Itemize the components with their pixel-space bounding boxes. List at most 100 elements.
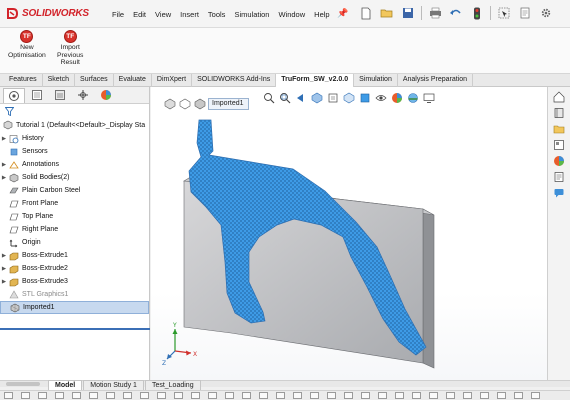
status-icon-25[interactable] [412,392,421,399]
tab-model[interactable]: Model [48,380,83,390]
tree-item-imported1[interactable]: Imported1 [0,301,149,314]
menu-insert[interactable]: Insert [180,10,199,19]
tree-item-front-plane[interactable]: Front Plane [0,197,149,210]
file-explorer-button[interactable] [552,122,566,135]
tab-features[interactable]: Features [4,74,43,87]
tab-truform[interactable]: TruForm_SW_v2.0.0 [276,74,355,87]
tab-simulation[interactable]: Simulation [354,74,398,87]
tree-item-right-plane[interactable]: Right Plane [0,223,149,236]
tab-surfaces[interactable]: Surfaces [75,74,114,87]
expand-arrow-icon[interactable]: ▶ [0,266,8,272]
tree-item-origin[interactable]: Origin [0,236,149,249]
tab-display-manager[interactable] [95,88,117,103]
save-button[interactable] [400,6,416,20]
tab-test-loading[interactable]: Test_Loading [144,380,201,390]
status-icon-6[interactable] [89,392,98,399]
solidworks-forum-button[interactable] [552,186,566,199]
status-icon-13[interactable] [208,392,217,399]
tab-motion-study-1[interactable]: Motion Study 1 [83,380,144,390]
view-palette-button[interactable] [552,138,566,151]
file-properties-button[interactable] [517,6,533,20]
tree-root[interactable]: Tutorial 1 (Default<<Default>_Display St… [0,118,149,132]
status-icon-2[interactable] [21,392,30,399]
tab-evaluate[interactable]: Evaluate [114,74,152,87]
print-button[interactable] [427,6,443,20]
status-icon-15[interactable] [242,392,251,399]
expand-arrow-icon[interactable]: ▶ [0,253,8,259]
appearances-button[interactable] [552,154,566,167]
dynamic-annotation-button[interactable] [326,91,340,104]
model-3d-view[interactable]: Y X Z [151,87,547,380]
tree-item-solid-bodies[interactable]: ▶ Solid Bodies(2) [0,171,149,184]
new-document-button[interactable] [358,6,374,20]
status-icon-22[interactable] [361,392,370,399]
new-optimisation-button[interactable]: TF New Optimisation [8,30,46,59]
status-icon-21[interactable] [344,392,353,399]
status-icon-31[interactable] [514,392,523,399]
custom-properties-button[interactable] [552,170,566,183]
apply-scene-button[interactable] [406,91,420,104]
tab-configuration-manager[interactable] [49,88,71,103]
view-orientation-button[interactable] [342,91,356,104]
status-icon-19[interactable] [310,392,319,399]
zoom-to-area-button[interactable] [278,91,292,104]
status-icon-30[interactable] [497,392,506,399]
status-icon-3[interactable] [38,392,47,399]
expand-arrow-icon[interactable]: ▶ [0,162,8,168]
rollback-bar[interactable] [0,328,150,330]
tree-item-history[interactable]: ▶ History [0,132,149,145]
tree-item-boss-extrude3[interactable]: ▶ Boss-Extrude3 [0,275,149,288]
menu-file[interactable]: File [112,10,124,19]
tree-item-sensors[interactable]: Sensors [0,145,149,158]
options-button[interactable] [538,6,554,20]
menu-view[interactable]: View [155,10,171,19]
status-icon-9[interactable] [140,392,149,399]
tab-sketch[interactable]: Sketch [43,74,76,87]
tree-item-material[interactable]: Plain Carbon Steel [0,184,149,197]
expand-arrow-icon[interactable]: ▶ [0,136,8,142]
solidworks-resources-button[interactable] [552,90,566,103]
status-icon-14[interactable] [225,392,234,399]
status-icon-12[interactable] [191,392,200,399]
status-icon-26[interactable] [429,392,438,399]
select-button[interactable] [496,6,512,20]
tab-solidworks-add-ins[interactable]: SOLIDWORKS Add-Ins [192,74,277,87]
expand-arrow-icon[interactable]: ▶ [0,279,8,285]
status-icon-16[interactable] [259,392,268,399]
tab-analysis-preparation[interactable]: Analysis Preparation [398,74,474,87]
import-previous-result-button[interactable]: TF Import Previous Result [57,30,83,67]
menu-tools[interactable]: Tools [208,10,226,19]
undo-button[interactable] [448,6,464,20]
status-icon-28[interactable] [463,392,472,399]
status-icon-7[interactable] [106,392,115,399]
breadcrumb-label[interactable]: Imported1 [208,98,249,110]
menu-window[interactable]: Window [278,10,305,19]
tree-item-boss-extrude2[interactable]: ▶ Boss-Extrude2 [0,262,149,275]
breadcrumb-imported[interactable] [193,97,207,111]
hide-show-items-button[interactable] [374,91,388,104]
status-icon-5[interactable] [72,392,81,399]
tab-feature-manager[interactable] [3,87,25,103]
tab-dimxpert-manager[interactable] [72,88,94,103]
status-icon-10[interactable] [157,392,166,399]
status-icon-4[interactable] [55,392,64,399]
status-icon-20[interactable] [327,392,336,399]
tree-item-stl-graphics1[interactable]: STL Graphics1 [0,288,149,301]
menu-help[interactable]: Help [314,10,329,19]
status-icon-24[interactable] [395,392,404,399]
tree-item-annotations[interactable]: ▶ Annotations [0,158,149,171]
display-style-button[interactable] [358,91,372,104]
status-icon-27[interactable] [446,392,455,399]
view-settings-button[interactable] [422,91,436,104]
expand-arrow-icon[interactable]: ▶ [0,175,8,181]
rebuild-button[interactable] [469,6,485,20]
menu-edit[interactable]: Edit [133,10,146,19]
open-button[interactable] [379,6,395,20]
pin-icon[interactable]: 📌 [337,8,348,19]
status-icon-32[interactable] [531,392,540,399]
status-icon-23[interactable] [378,392,387,399]
status-icon-1[interactable] [4,392,13,399]
solidworks-logo[interactable]: SOLIDWORKS [6,7,89,20]
tab-property-manager[interactable] [26,88,48,103]
breadcrumb-body[interactable] [178,97,192,111]
